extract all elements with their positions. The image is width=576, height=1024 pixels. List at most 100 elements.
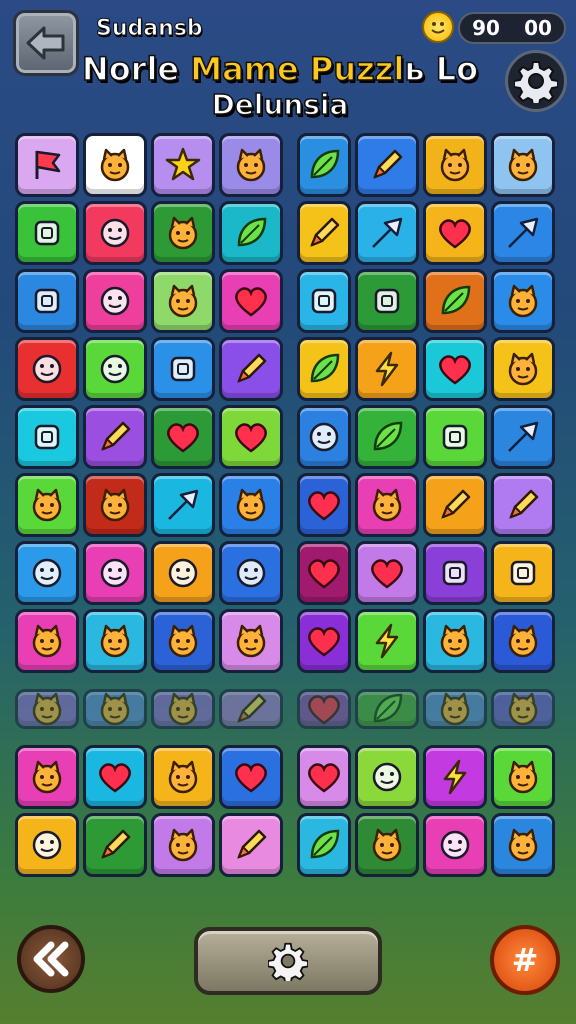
board-tile[interactable] <box>15 269 79 333</box>
board-tile[interactable] <box>83 269 147 333</box>
board-tile[interactable] <box>151 269 215 333</box>
board-tile[interactable] <box>423 541 487 605</box>
bolt-icon <box>375 351 399 387</box>
settings-button-bottom[interactable] <box>194 927 382 995</box>
board-tile[interactable] <box>355 405 419 469</box>
board-tile[interactable] <box>83 405 147 469</box>
board-tile[interactable] <box>15 405 79 469</box>
board-tile[interactable] <box>355 133 419 197</box>
cat-icon <box>508 624 538 658</box>
title-part-1: Norle <box>81 49 191 89</box>
board-tile[interactable] <box>151 473 215 537</box>
board-tile[interactable] <box>219 541 283 605</box>
board-tile[interactable] <box>491 133 555 197</box>
board-tile[interactable] <box>83 813 147 877</box>
board-tile[interactable] <box>423 133 487 197</box>
settings-button-top[interactable] <box>505 50 567 112</box>
board-tile[interactable] <box>297 813 351 877</box>
board-tile[interactable] <box>151 337 215 401</box>
board-tile[interactable] <box>297 133 351 197</box>
board-tile[interactable] <box>15 689 79 729</box>
board-tile[interactable] <box>355 269 419 333</box>
board-tile[interactable] <box>15 337 79 401</box>
cat-icon <box>32 692 62 726</box>
rewind-button[interactable] <box>17 925 85 993</box>
board-tile[interactable] <box>297 201 351 265</box>
board-tile[interactable] <box>355 201 419 265</box>
board-tile[interactable] <box>219 337 283 401</box>
board-tile[interactable] <box>151 745 215 809</box>
board-tile[interactable] <box>423 813 487 877</box>
board-tile[interactable] <box>297 689 351 729</box>
board-tile[interactable] <box>355 745 419 809</box>
board-tile[interactable] <box>491 337 555 401</box>
board-tile[interactable] <box>151 689 215 729</box>
board-tile[interactable] <box>15 133 79 197</box>
board-tile[interactable] <box>297 337 351 401</box>
board-tile[interactable] <box>15 745 79 809</box>
board-tile[interactable] <box>219 813 283 877</box>
board-tile[interactable] <box>83 473 147 537</box>
board-tile[interactable] <box>423 609 487 673</box>
board-tile[interactable] <box>297 405 351 469</box>
board-tile[interactable] <box>15 473 79 537</box>
board-tile[interactable] <box>297 269 351 333</box>
board-tile[interactable] <box>219 745 283 809</box>
board-tile[interactable] <box>15 541 79 605</box>
board-tile[interactable] <box>219 689 283 729</box>
board-tile[interactable] <box>15 609 79 673</box>
board-tile[interactable] <box>297 473 351 537</box>
board-tile[interactable] <box>355 813 419 877</box>
board-tile[interactable] <box>151 541 215 605</box>
board-tile[interactable] <box>151 609 215 673</box>
board-tile[interactable] <box>219 405 283 469</box>
board-tile[interactable] <box>355 337 419 401</box>
board-tile[interactable] <box>423 689 487 729</box>
board-tile[interactable] <box>83 541 147 605</box>
board-tile[interactable] <box>83 337 147 401</box>
board-tile[interactable] <box>491 813 555 877</box>
board-tile[interactable] <box>151 133 215 197</box>
board-tile[interactable] <box>83 201 147 265</box>
board-tile[interactable] <box>491 541 555 605</box>
board-tile[interactable] <box>219 473 283 537</box>
board-tile[interactable] <box>491 405 555 469</box>
frog-icon <box>372 828 402 862</box>
board-tile[interactable] <box>491 745 555 809</box>
cat-icon <box>168 828 198 862</box>
board-tile[interactable] <box>355 473 419 537</box>
board-tile[interactable] <box>423 201 487 265</box>
board-tile[interactable] <box>83 745 147 809</box>
board-tile[interactable] <box>219 609 283 673</box>
board-tile[interactable] <box>151 201 215 265</box>
board-tile[interactable] <box>83 689 147 729</box>
board-tile[interactable] <box>219 269 283 333</box>
bag-icon <box>311 288 337 314</box>
board-tile[interactable] <box>219 201 283 265</box>
board-tile[interactable] <box>15 813 79 877</box>
board-tile[interactable] <box>491 201 555 265</box>
board-tile[interactable] <box>491 269 555 333</box>
board-tile[interactable] <box>297 745 351 809</box>
board-tile[interactable] <box>151 813 215 877</box>
board-tile[interactable] <box>355 609 419 673</box>
board-tile[interactable] <box>423 473 487 537</box>
board-tile[interactable] <box>297 541 351 605</box>
board-tile[interactable] <box>423 745 487 809</box>
board-tile[interactable] <box>491 609 555 673</box>
board-tile[interactable] <box>491 689 555 729</box>
board-tile[interactable] <box>423 337 487 401</box>
board-tile[interactable] <box>423 405 487 469</box>
board-tile[interactable] <box>15 201 79 265</box>
arrow-icon <box>508 217 539 248</box>
board-tile[interactable] <box>355 689 419 729</box>
board-tile[interactable] <box>83 609 147 673</box>
board-tile[interactable] <box>423 269 487 333</box>
board-tile[interactable] <box>297 609 351 673</box>
board-tile[interactable] <box>151 405 215 469</box>
grid-button[interactable]: # <box>490 925 560 995</box>
board-tile[interactable] <box>355 541 419 605</box>
board-tile[interactable] <box>219 133 283 197</box>
board-tile[interactable] <box>491 473 555 537</box>
board-tile[interactable] <box>83 133 147 197</box>
